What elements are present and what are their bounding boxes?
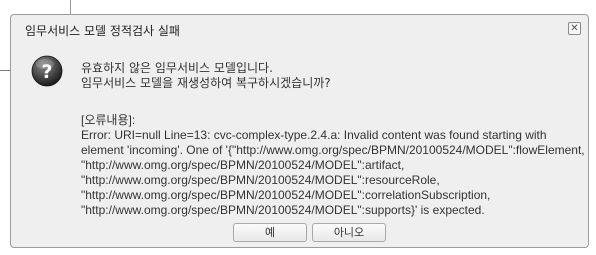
message-line: 임무서비스 모델을 재생성하여 복구하시겠습니까?	[81, 76, 331, 90]
dialog-title: 임무서비스 모델 정적검사 실패	[25, 24, 180, 38]
detail-header: [오류내용]:	[81, 113, 136, 127]
dialog-titlebar: 임무서비스 모델 정적검사 실패 ✕	[11, 15, 588, 41]
no-button[interactable]: 아니오	[312, 223, 386, 242]
dialog-message: 유효하지 않은 임무서비스 모델입니다. 임무서비스 모델을 재생성하여 복구하…	[81, 61, 581, 91]
detail-line: element 'incoming'. One of '{"http://www…	[81, 143, 585, 157]
detail-line: Error: URI=null Line=13: cvc-complex-typ…	[81, 128, 547, 142]
background-line	[0, 70, 10, 71]
detail-line: "http://www.omg.org/spec/BPMN/20100524/M…	[81, 188, 491, 202]
close-button[interactable]: ✕	[568, 22, 581, 35]
svg-text:?: ?	[41, 61, 52, 83]
error-detail: [오류내용]: Error: URI=null Line=13: cvc-com…	[81, 113, 585, 218]
close-icon: ✕	[570, 23, 579, 34]
detail-line: "http://www.omg.org/spec/BPMN/20100524/M…	[81, 158, 405, 172]
detail-line: "http://www.omg.org/spec/BPMN/20100524/M…	[81, 173, 440, 187]
yes-button[interactable]: 예	[233, 223, 307, 242]
message-line: 유효하지 않은 임무서비스 모델입니다.	[81, 61, 273, 75]
question-icon: ?	[31, 55, 63, 87]
error-dialog: 임무서비스 모델 정적검사 실패 ✕ ? 유효하지 않은 임무서비스 모델입니다…	[10, 14, 589, 248]
detail-line: "http://www.omg.org/spec/BPMN/20100524/M…	[81, 203, 485, 217]
